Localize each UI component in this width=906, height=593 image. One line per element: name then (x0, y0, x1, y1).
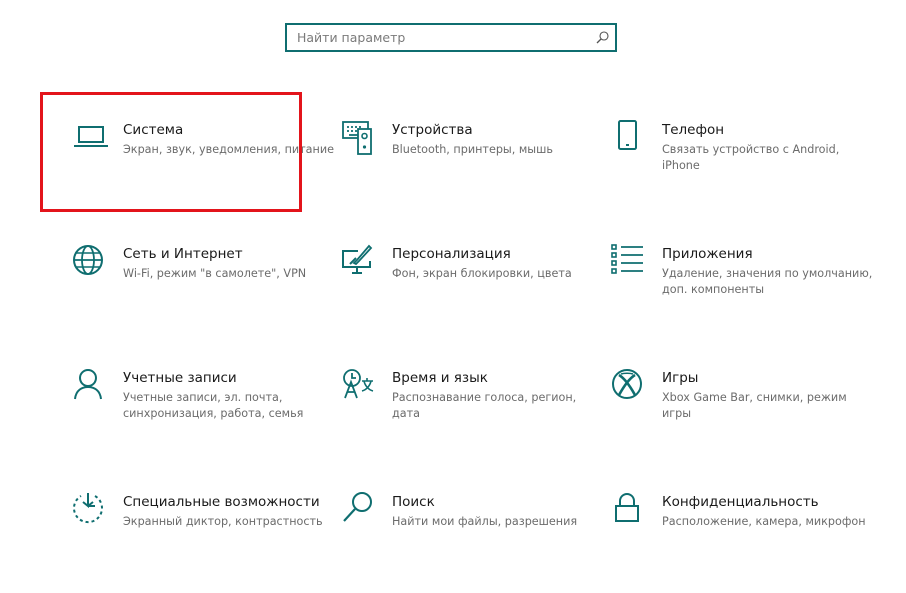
person-icon (73, 369, 109, 405)
tile-accounts[interactable]: Учетные записи Учетные записи, эл. почта… (73, 369, 335, 469)
search-icon (342, 492, 378, 529)
tile-description: Xbox Game Bar, снимки, режим игры (662, 391, 847, 420)
tile-description: Расположение, камера, микрофон (662, 515, 866, 528)
tile-description: Фон, экран блокировки, цвета (392, 267, 572, 280)
tile-title: Система (123, 122, 184, 138)
time-language-icon (342, 369, 378, 405)
tile-title: Устройства (392, 122, 473, 138)
phone-icon (612, 120, 648, 157)
tile-system[interactable]: Система Экран, звук, уведомления, питани… (73, 121, 335, 221)
tile-gaming[interactable]: Игры Xbox Game Bar, снимки, режим игры (612, 369, 874, 469)
personalization-icon (342, 244, 378, 281)
tile-title: Поиск (392, 494, 435, 510)
tile-title: Игры (662, 370, 699, 386)
tile-title: Конфиденциальность (662, 494, 819, 510)
lock-icon (612, 493, 648, 529)
tile-devices[interactable]: Устройства Bluetooth, принтеры, мышь (342, 121, 604, 221)
tile-search[interactable]: Поиск Найти мои файлы, разрешения (342, 492, 604, 593)
xbox-icon (612, 369, 648, 405)
tile-title: Персонализация (392, 246, 511, 262)
tile-title: Специальные возможности (123, 494, 320, 510)
tile-title: Сеть и Интернет (123, 246, 243, 262)
tile-title: Учетные записи (123, 370, 237, 386)
tile-time-language[interactable]: Время и язык Распознавание голоса, регио… (342, 369, 604, 469)
globe-icon (73, 245, 109, 281)
laptop-icon (73, 121, 109, 157)
tile-description: Учетные записи, эл. почта, синхронизация… (123, 391, 304, 420)
tile-phone[interactable]: Телефон Связать устройство с Android, iP… (612, 120, 874, 221)
tile-description: Bluetooth, принтеры, мышь (392, 143, 553, 156)
tile-description: Wi-Fi, режим "в самолете", VPN (123, 267, 307, 280)
tile-description: Связать устройство с Android, iPhone (662, 143, 840, 172)
search-box[interactable] (285, 23, 617, 52)
tile-description: Экран, звук, уведомления, питание (123, 143, 334, 156)
apps-list-icon (611, 244, 648, 281)
tile-description: Распознавание голоса, регион, дата (392, 391, 577, 420)
tile-title: Приложения (662, 246, 753, 262)
tile-accessibility[interactable]: Специальные возможности Экранный диктор,… (73, 493, 335, 593)
tile-description: Найти мои файлы, разрешения (392, 515, 578, 528)
search-input[interactable] (287, 25, 587, 50)
tile-description: Экранный диктор, контрастность (123, 515, 323, 528)
tile-privacy[interactable]: Конфиденциальность Расположение, камера,… (612, 493, 874, 593)
tile-personalization[interactable]: Персонализация Фон, экран блокировки, цв… (342, 244, 604, 345)
tile-description: Удаление, значения по умолчанию, доп. ко… (662, 267, 873, 296)
tile-title: Телефон (662, 122, 725, 138)
devices-icon (342, 121, 378, 157)
accessibility-icon (73, 493, 109, 529)
tile-network[interactable]: Сеть и Интернет Wi-Fi, режим "в самолете… (73, 245, 335, 345)
tile-title: Время и язык (392, 370, 488, 386)
search-icon[interactable] (595, 30, 610, 45)
tile-apps[interactable]: Приложения Удаление, значения по умолчан… (611, 244, 874, 345)
